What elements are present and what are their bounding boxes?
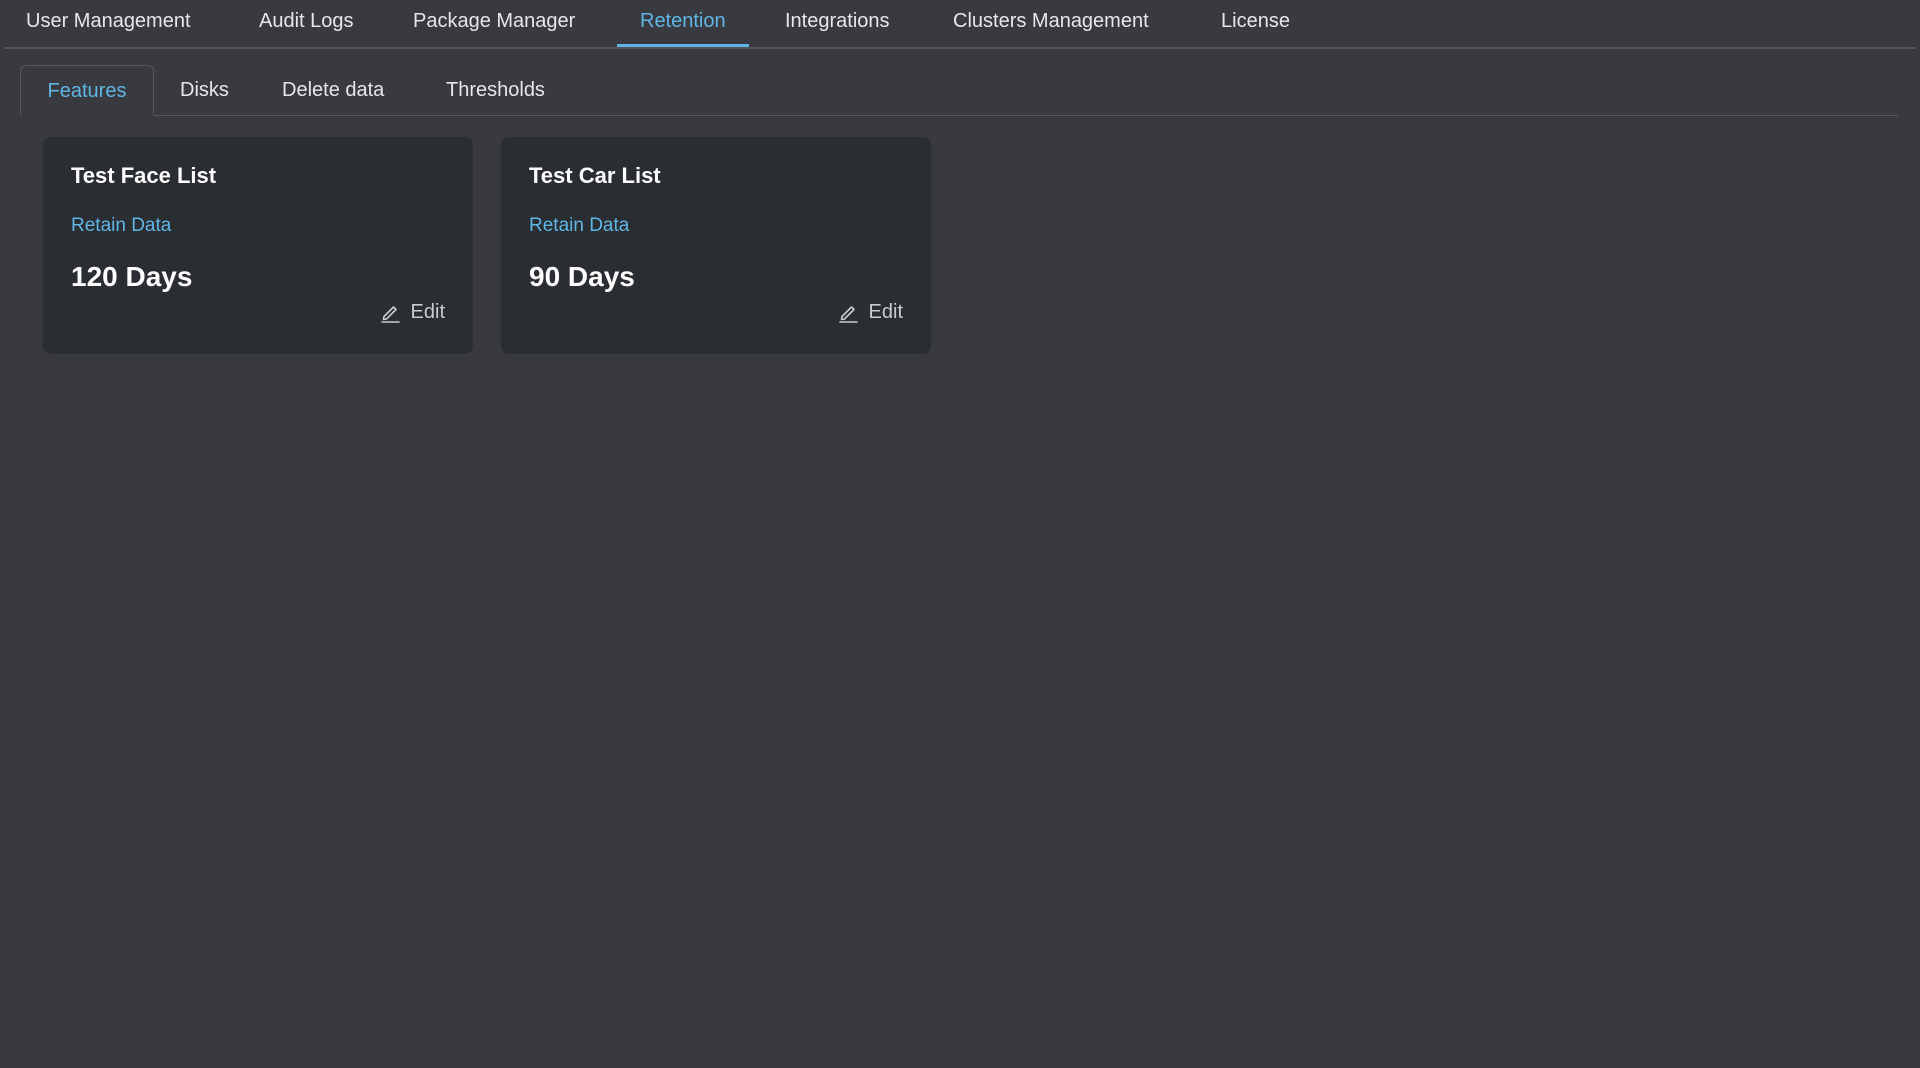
subtab-thresholds[interactable]: Thresholds xyxy=(446,65,545,115)
subtab-label: Thresholds xyxy=(446,79,545,101)
tab-integrations[interactable]: Integrations xyxy=(785,0,890,45)
tab-audit-logs[interactable]: Audit Logs xyxy=(259,0,354,45)
pencil-icon xyxy=(379,301,401,323)
subtab-label: Disks xyxy=(180,79,229,101)
subtab-delete-data[interactable]: Delete data xyxy=(282,65,384,115)
subtab-label: Features xyxy=(47,80,127,102)
card-title: Test Face List xyxy=(71,163,217,188)
sub-nav: Features Disks Delete data Thresholds xyxy=(20,65,1898,116)
subtab-disks[interactable]: Disks xyxy=(180,65,229,115)
tab-label: Clusters Management xyxy=(953,10,1149,32)
card-subtitle: Retain Data xyxy=(529,215,630,236)
card-value: 120 Days xyxy=(71,261,193,292)
subtab-label: Delete data xyxy=(282,79,385,101)
tab-user-management[interactable]: User Management xyxy=(26,0,191,45)
active-tab-indicator xyxy=(617,44,749,47)
tab-label: User Management xyxy=(26,10,191,32)
card-value: 90 Days xyxy=(529,261,635,292)
tab-clusters-management[interactable]: Clusters Management xyxy=(953,0,1149,45)
edit-button[interactable]: Edit xyxy=(837,297,903,327)
edit-label: Edit xyxy=(868,300,903,323)
retention-card: Test Car List Retain Data 90 Days Edit xyxy=(501,137,931,354)
top-nav: User Management Audit Logs Package Manag… xyxy=(4,0,1916,49)
tab-package-manager[interactable]: Package Manager xyxy=(413,0,575,45)
tab-label: Audit Logs xyxy=(259,10,354,32)
tab-label: Package Manager xyxy=(413,10,576,32)
retention-card: Test Face List Retain Data 120 Days Edit xyxy=(43,137,473,354)
card-title: Test Car List xyxy=(529,163,661,188)
pencil-icon xyxy=(837,301,859,323)
edit-label: Edit xyxy=(410,300,445,323)
card-subtitle: Retain Data xyxy=(71,215,172,236)
tab-label: License xyxy=(1221,10,1290,32)
tab-retention[interactable]: Retention xyxy=(617,0,749,47)
subtab-features[interactable]: Features xyxy=(20,65,154,116)
edit-button[interactable]: Edit xyxy=(379,297,445,327)
tab-label: Integrations xyxy=(785,10,890,32)
tab-label: Retention xyxy=(640,10,726,32)
tab-license[interactable]: License xyxy=(1221,0,1290,45)
